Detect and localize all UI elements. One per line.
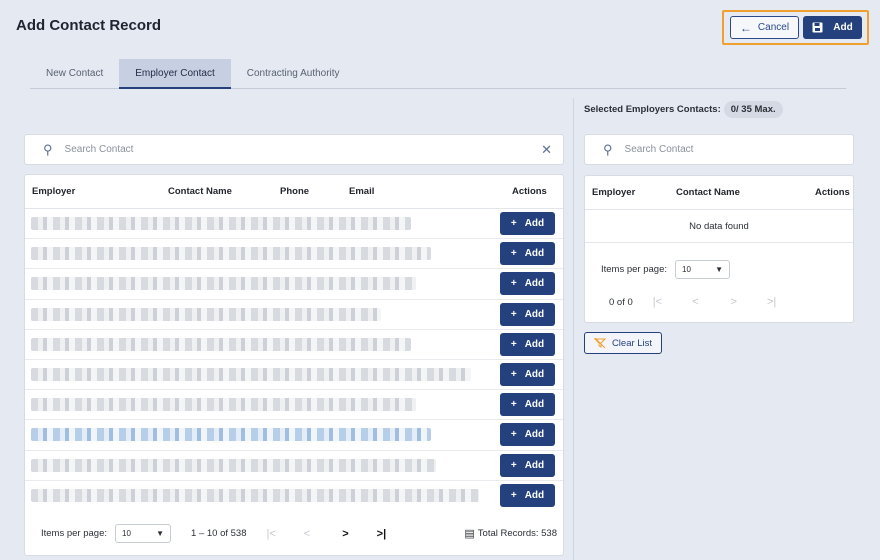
redacted-row-content: [31, 277, 416, 291]
first-page-icon[interactable]: |<: [653, 296, 662, 308]
row-add-button[interactable]: + Add: [500, 453, 555, 477]
selected-contacts-header: Selected Employers Contacts: 0/ 35 Max.: [584, 101, 783, 118]
prev-page-icon[interactable]: <: [304, 528, 310, 540]
redacted-row-content: [31, 307, 381, 321]
items-per-page-select[interactable]: 10 ▼: [115, 524, 172, 543]
table-row: + Add: [25, 269, 563, 300]
arrow-left-icon: ←: [739, 20, 752, 35]
plus-icon: +: [510, 459, 517, 471]
last-page-icon[interactable]: >|: [767, 296, 776, 308]
redacted-row-content: [31, 428, 431, 442]
search-icon: ⚲: [603, 141, 613, 157]
items-per-page-label: Items per page:: [41, 528, 108, 539]
row-add-button[interactable]: + Add: [500, 302, 555, 326]
items-per-page-label: Items per page:: [601, 264, 668, 275]
row-add-button[interactable]: + Add: [500, 483, 555, 507]
page-range: 0 of 0: [609, 296, 633, 308]
row-add-button[interactable]: + Add: [500, 272, 555, 296]
empty-state: No data found: [585, 210, 853, 243]
plus-icon: +: [510, 429, 517, 441]
table-row: + Add: [25, 451, 563, 481]
plus-icon: +: [510, 248, 517, 260]
selected-page-nav: 0 of 0 |< < > >|: [609, 296, 776, 308]
plus-icon: +: [510, 308, 517, 320]
next-page-icon[interactable]: >: [342, 528, 348, 540]
redacted-row-content: [31, 458, 436, 472]
selected-count-badge: 0/ 35 Max.: [723, 101, 783, 118]
clear-list-label: Clear List: [611, 337, 653, 349]
col-phone: Phone: [280, 186, 310, 197]
table-row: + Add: [25, 300, 563, 330]
selected-search-box[interactable]: ⚲ Search Contact: [584, 134, 854, 165]
contacts-table: Employer Contact Name Phone Email Action…: [24, 174, 564, 556]
tab-contracting-authority[interactable]: Contracting Authority: [231, 59, 356, 88]
table-row: + Add: [25, 209, 563, 240]
redacted-row-content: [31, 367, 471, 381]
caret-down-icon: ▼: [156, 529, 165, 538]
table-paginator: Items per page: 10 ▼ 1 – 10 of 538 |< < >…: [41, 524, 557, 543]
next-page-icon[interactable]: >: [731, 296, 737, 308]
tab-employer-contact[interactable]: Employer Contact: [119, 59, 231, 89]
table-row: + Add: [25, 481, 563, 511]
page-range: 1 – 10 of 538: [191, 528, 247, 539]
table-row: + Add: [25, 420, 563, 451]
row-add-button[interactable]: + Add: [500, 332, 555, 356]
row-add-button[interactable]: + Add: [500, 362, 555, 386]
selected-table-header: Employer Contact Name Actions: [585, 176, 853, 210]
redacted-row-content: [31, 398, 416, 412]
add-record-button[interactable]: Add: [803, 16, 862, 39]
items-per-page-select[interactable]: 10 ▼: [675, 260, 731, 279]
cancel-label: Cancel: [757, 22, 790, 33]
plus-icon: +: [510, 368, 517, 380]
col-employer: Employer: [592, 187, 636, 198]
selected-label: Selected Employers Contacts:: [584, 104, 721, 115]
panel-divider: [573, 98, 574, 560]
col-contact-name: Contact Name: [676, 187, 740, 198]
redacted-row-content: [31, 488, 479, 502]
table-row: + Add: [25, 360, 563, 391]
plus-icon: +: [510, 218, 517, 229]
first-page-icon[interactable]: |<: [266, 528, 275, 540]
redacted-row-content: [31, 247, 431, 261]
search-input[interactable]: Search Contact: [65, 144, 542, 155]
row-add-button[interactable]: + Add: [500, 212, 555, 235]
contact-search-box[interactable]: ⚲ Search Contact ✕: [24, 134, 564, 165]
table-row: + Add: [25, 330, 563, 360]
row-add-button[interactable]: + Add: [500, 393, 555, 417]
col-email: Email: [349, 186, 375, 197]
table-row: + Add: [25, 390, 563, 421]
clear-list-button[interactable]: Clear List: [584, 332, 662, 354]
row-add-button[interactable]: + Add: [500, 423, 555, 447]
clear-filter-icon: [593, 338, 606, 348]
tab-new-contact[interactable]: New Contact: [30, 59, 119, 88]
redacted-row-content: [31, 337, 411, 351]
tab-bar: New Contact Employer Contact Contracting…: [30, 59, 846, 89]
page-title: Add Contact Record: [16, 17, 162, 34]
selected-contacts-table: Employer Contact Name Actions No data fo…: [584, 175, 854, 323]
redacted-row-content: [31, 217, 411, 230]
cancel-button[interactable]: ← Cancel: [730, 16, 799, 39]
plus-icon: +: [510, 399, 517, 411]
plus-icon: +: [510, 489, 517, 501]
plus-icon: +: [510, 278, 517, 290]
col-actions: Actions: [512, 186, 547, 197]
col-employer: Employer: [32, 186, 76, 197]
table-icon: ▤: [464, 528, 475, 540]
prev-page-icon[interactable]: <: [692, 296, 698, 308]
clear-search-icon[interactable]: ✕: [541, 142, 552, 158]
add-record-label: Add: [833, 22, 853, 33]
total-records: Total Records: 538: [477, 528, 557, 539]
col-contact-name: Contact Name: [168, 186, 232, 197]
selected-paginator: Items per page: 10 ▼: [601, 260, 731, 279]
caret-down-icon: ▼: [715, 265, 724, 274]
table-row: + Add: [25, 239, 563, 270]
selected-search-input[interactable]: Search Contact: [625, 144, 694, 155]
save-icon: [812, 22, 823, 33]
table-header: Employer Contact Name Phone Email Action…: [25, 175, 563, 209]
search-icon: ⚲: [43, 141, 53, 157]
plus-icon: +: [510, 338, 517, 350]
row-add-button[interactable]: + Add: [500, 242, 555, 266]
last-page-icon[interactable]: >|: [377, 528, 387, 540]
col-actions: Actions: [815, 187, 850, 198]
